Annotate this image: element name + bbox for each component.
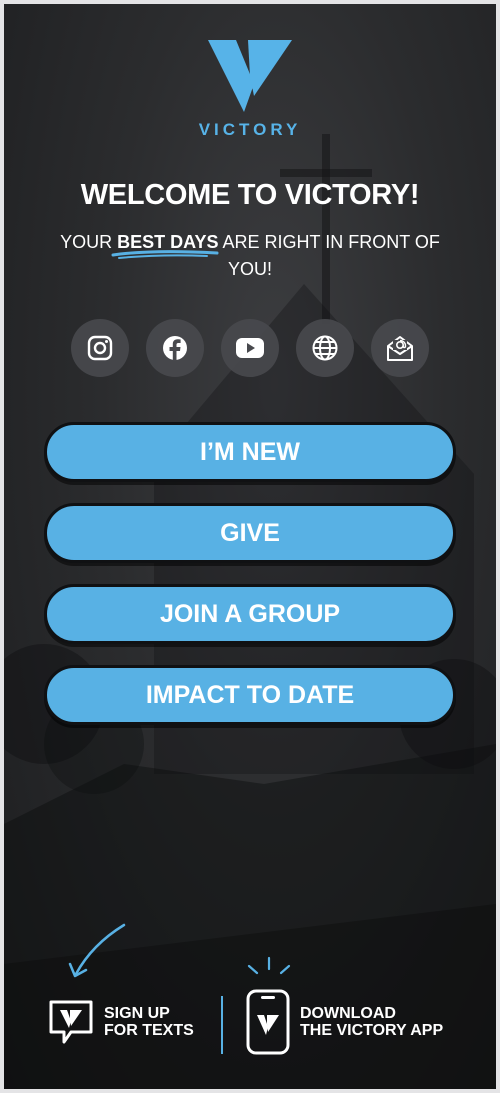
page-title: WELCOME TO VICTORY! xyxy=(80,179,420,211)
victory-v-logo-icon xyxy=(208,40,292,112)
download-app-link[interactable]: DOWNLOAD THE VICTORY APP xyxy=(246,989,443,1055)
download-line2: THE VICTORY APP xyxy=(300,1022,444,1039)
logo-wordmark: VICTORY xyxy=(198,120,302,139)
social-links xyxy=(71,319,429,377)
divider xyxy=(221,996,223,1054)
tagline: YOUR BEST DAYS ARE RIGHT IN FRONT OF YOU… xyxy=(44,229,456,283)
social-link-website[interactable] xyxy=(296,319,354,377)
download-line1: DOWNLOAD xyxy=(300,1005,396,1022)
join-a-group-button[interactable]: JOIN A GROUP xyxy=(44,584,456,644)
link-page: VICTORY WELCOME TO VICTORY! YOUR BEST DA… xyxy=(4,4,496,1089)
tagline-highlight: BEST DAYS xyxy=(111,229,219,259)
social-link-instagram[interactable] xyxy=(71,319,129,377)
download-app-text: DOWNLOAD THE VICTORY APP xyxy=(300,1005,443,1039)
email-icon xyxy=(387,336,413,361)
text-message-icon xyxy=(49,1000,93,1044)
impact-to-date-button[interactable]: IMPACT TO DATE xyxy=(44,665,456,725)
tagline-after: ARE RIGHT IN FRONT OF YOU! xyxy=(218,232,440,279)
phone-icon xyxy=(246,989,290,1055)
brush-underline-icon xyxy=(111,250,219,259)
sign-up-for-texts-link[interactable]: SIGN UP FOR TEXTS xyxy=(48,999,194,1045)
notification-rays-icon xyxy=(247,956,291,975)
instagram-icon xyxy=(87,335,113,361)
globe-icon xyxy=(312,335,338,361)
sign-up-line1: SIGN UP xyxy=(104,1005,170,1022)
social-link-email[interactable] xyxy=(371,319,429,377)
social-link-youtube[interactable] xyxy=(221,319,279,377)
give-button[interactable]: GIVE xyxy=(44,503,456,563)
arrow-down-icon xyxy=(68,923,126,978)
im-new-button[interactable]: I’M NEW xyxy=(44,422,456,482)
sign-up-text: SIGN UP FOR TEXTS xyxy=(104,1005,194,1039)
social-link-facebook[interactable] xyxy=(146,319,204,377)
victory-logo[interactable]: VICTORY xyxy=(4,40,496,140)
youtube-icon xyxy=(236,338,264,358)
facebook-icon xyxy=(163,336,187,361)
tagline-before: YOUR xyxy=(60,232,118,252)
sign-up-line2: FOR TEXTS xyxy=(104,1022,194,1039)
